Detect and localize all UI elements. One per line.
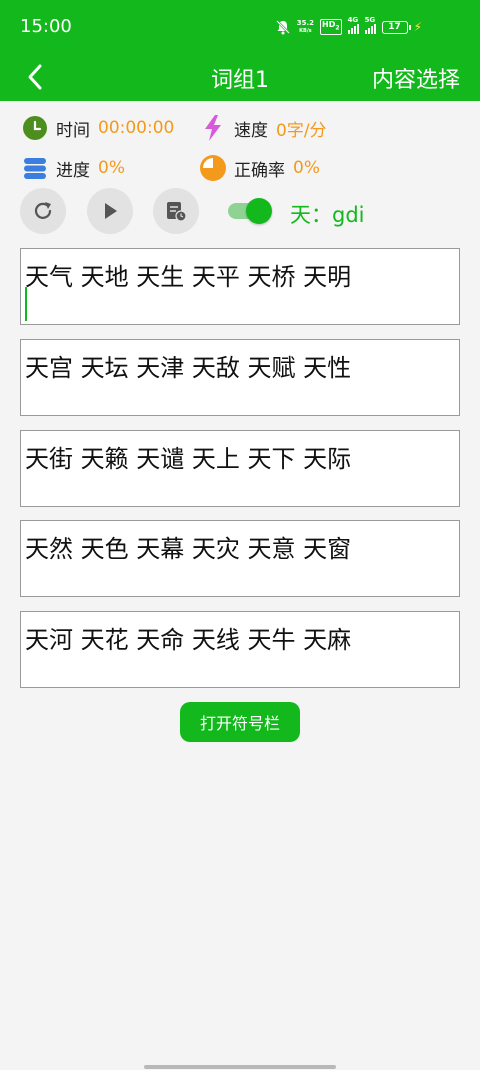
home-indicator[interactable]	[144, 1065, 336, 1069]
battery-icon: 17	[381, 20, 411, 34]
word-box-text: 天气 天地 天生 天平 天桥 天明	[25, 263, 352, 291]
speed-stat: 速度 0字/分	[200, 115, 327, 141]
signal-4g-label: 4G	[347, 16, 359, 24]
status-icons: 35.2 KB/s HD2 4G 5G 17 ⚡	[275, 15, 422, 39]
status-time: 15:00	[20, 16, 72, 37]
hd-sub: 2	[335, 24, 340, 32]
word-box-1[interactable]: 天气 天地 天生 天平 天桥 天明	[20, 248, 460, 325]
word-box-text: 天河 天花 天命 天线 天牛 天麻	[25, 626, 352, 654]
word-box-5[interactable]: 天河 天花 天命 天线 天牛 天麻	[20, 611, 460, 688]
reset-button[interactable]	[20, 188, 66, 234]
stack-icon	[22, 155, 48, 181]
net-speed-unit: KB/s	[299, 28, 312, 34]
content-select-button[interactable]: 内容选择	[372, 62, 460, 94]
word-box-text: 天然 天色 天幕 天灾 天意 天窗	[25, 535, 352, 563]
net-speed-value: 35.2	[296, 19, 315, 27]
time-stat: 时间 00:00:00	[22, 115, 174, 141]
word-box-text: 天宫 天坛 天津 天敌 天赋 天性	[25, 354, 352, 382]
toggle-thumb	[246, 198, 272, 224]
lightning-icon	[200, 115, 226, 141]
accuracy-value: 0%	[293, 158, 320, 178]
signal-4g-icon: 4G	[347, 16, 359, 34]
progress-stat: 进度 0%	[22, 155, 125, 181]
net-speed: 35.2 KB/s	[297, 19, 314, 35]
refresh-icon	[34, 202, 52, 219]
play-button[interactable]	[87, 188, 133, 234]
history-button[interactable]	[153, 188, 199, 234]
hd-label: HD	[322, 20, 336, 30]
hd-badge: HD2	[320, 19, 342, 35]
app-header: 15:00 35.2 KB/s HD2 4G 5G 17 ⚡ 词组1 内容选择	[0, 0, 480, 101]
signal-5g-icon: 5G	[364, 16, 376, 34]
record-icon	[167, 202, 187, 222]
word-box-text: 天街 天籁 天谴 天上 天下 天际	[25, 445, 352, 473]
mute-icon	[275, 19, 291, 35]
progress-label: 进度	[56, 160, 90, 181]
pie-chart-icon	[200, 155, 226, 181]
code-hint: 天：gdi	[290, 203, 365, 227]
speed-value: 0字/分	[276, 120, 327, 141]
progress-value: 0%	[98, 158, 125, 178]
text-cursor	[25, 287, 27, 321]
time-label: 时间	[56, 120, 90, 141]
word-box-2[interactable]: 天宫 天坛 天津 天敌 天赋 天性	[20, 339, 460, 416]
speed-label: 速度	[234, 120, 268, 141]
accuracy-label: 正确率	[234, 160, 285, 181]
charging-icon: ⚡	[413, 20, 422, 34]
word-box-3[interactable]: 天街 天籁 天谴 天上 天下 天际	[20, 430, 460, 507]
word-box-4[interactable]: 天然 天色 天幕 天灾 天意 天窗	[20, 520, 460, 597]
play-icon	[105, 203, 117, 219]
time-value: 00:00:00	[98, 118, 175, 138]
accuracy-stat: 正确率 0%	[200, 155, 320, 181]
mode-toggle[interactable]	[228, 198, 272, 224]
clock-icon	[22, 115, 48, 141]
signal-5g-label: 5G	[364, 16, 376, 24]
open-symbol-bar-button[interactable]: 打开符号栏	[180, 702, 300, 742]
